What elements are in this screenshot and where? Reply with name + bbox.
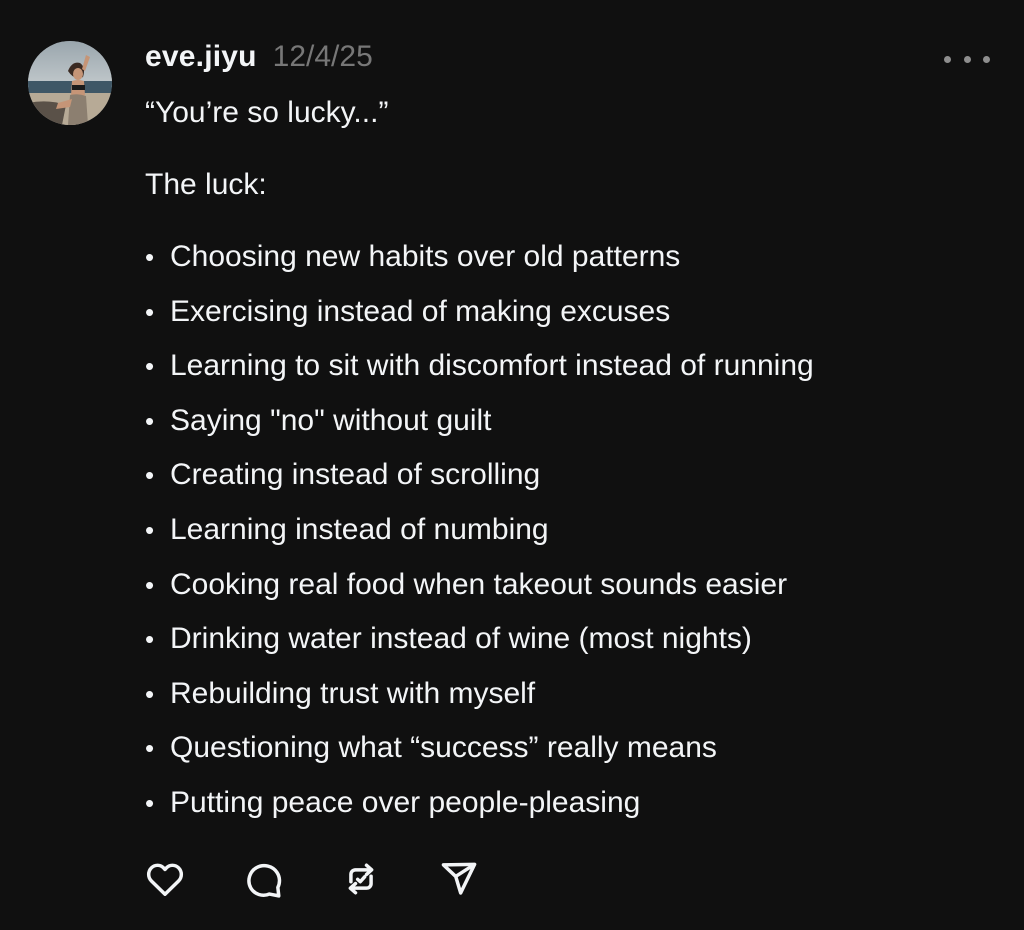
action-bar xyxy=(142,856,482,902)
list-item-text: Drinking water instead of wine (most nig… xyxy=(170,622,752,656)
list-item-text: Cooking real food when takeout sounds ea… xyxy=(170,567,788,601)
list-item: • Cooking real food when takeout sounds e… xyxy=(145,565,1005,605)
more-dot-icon xyxy=(944,55,951,63)
list-item-text: Choosing new habits over old patterns xyxy=(170,240,681,273)
username[interactable]: eve.jiyu xyxy=(145,40,257,74)
list-item-text: Putting peace over people-pleasing xyxy=(170,785,641,819)
bullet-icon: • xyxy=(145,351,155,382)
send-icon xyxy=(441,862,477,895)
like-button[interactable] xyxy=(142,856,188,902)
more-dot-icon xyxy=(963,55,971,63)
reply-button[interactable] xyxy=(240,856,286,902)
bullet-icon: • xyxy=(145,296,155,327)
list-item: • Saying "no" without guilt xyxy=(145,401,1005,441)
bullet-icon: • xyxy=(145,678,155,709)
bullet-icon: • xyxy=(145,624,155,655)
list-item: • Questioning what “success” really means xyxy=(145,728,1005,768)
post-body: “You’re so lucky...” The luck: • Choosing… xyxy=(145,93,1005,838)
bullet-icon: • xyxy=(145,242,155,272)
repost-button[interactable] xyxy=(338,856,384,902)
timestamp[interactable]: 12/4/25 xyxy=(273,40,373,74)
share-button[interactable] xyxy=(436,856,482,902)
avatar[interactable] xyxy=(28,41,112,125)
bullet-list: • Choosing new habits over old patterns •… xyxy=(145,237,1005,823)
bullet-icon: • xyxy=(145,733,155,764)
more-options-button[interactable] xyxy=(944,48,990,70)
list-item-text: Creating instead of scrolling xyxy=(170,458,541,492)
repost-icon xyxy=(348,863,374,895)
avatar-photo xyxy=(28,41,112,125)
list-item: • Learning to sit with discomfort instead… xyxy=(145,346,1005,386)
bullet-icon: • xyxy=(145,514,155,545)
list-item: • Drinking water instead of wine (most ni… xyxy=(145,619,1005,659)
post-quote: “You’re so lucky...” xyxy=(145,96,389,129)
bullet-icon: • xyxy=(145,405,155,436)
more-dot-icon xyxy=(983,55,990,63)
list-item: • Putting peace over people-pleasing xyxy=(145,783,1005,823)
post-intro: The luck: xyxy=(145,168,267,201)
list-item: • Rebuilding trust with myself xyxy=(145,674,1005,714)
bullet-icon: • xyxy=(145,569,155,600)
bullet-icon: • xyxy=(145,787,155,818)
list-item-text: Questioning what “success” really means xyxy=(170,731,717,765)
post-header: eve.jiyu 12/4/25 xyxy=(145,40,373,80)
list-item-text: Saying "no" without guilt xyxy=(170,403,492,437)
thread-post: eve.jiyu 12/4/25 “You’re so lucky...” Th… xyxy=(0,0,1024,930)
comment-icon xyxy=(247,863,282,898)
list-item: • Creating instead of scrolling xyxy=(145,455,1005,495)
list-item: • Learning instead of numbing xyxy=(145,510,1005,550)
list-item: • Choosing new habits over old patterns xyxy=(145,237,1005,277)
bullet-icon: • xyxy=(145,460,155,491)
list-item-text: Exercising instead of making excuses xyxy=(170,294,671,328)
list-item: • Exercising instead of making excuses xyxy=(145,292,1005,332)
list-item-text: Learning to sit with discomfort instead … xyxy=(170,349,814,383)
heart-icon xyxy=(146,863,184,896)
list-item-text: Learning instead of numbing xyxy=(170,512,549,546)
list-item-text: Rebuilding trust with myself xyxy=(170,676,536,710)
